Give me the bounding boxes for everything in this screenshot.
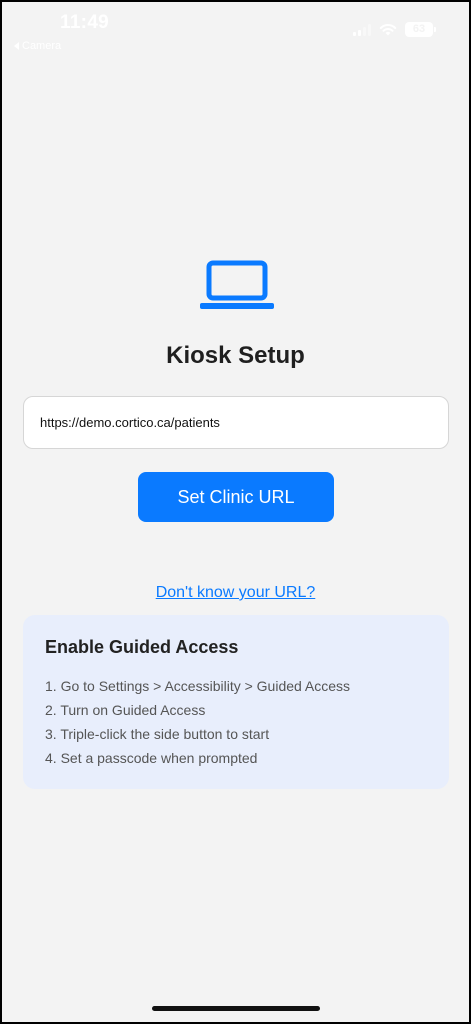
guided-access-step: 3. Triple-click the side button to start: [45, 726, 270, 742]
clinic-url-input[interactable]: [23, 396, 449, 449]
guided-access-step: 4. Set a passcode when prompted: [45, 750, 258, 766]
guided-access-step: 1. Go to Settings > Accessibility > Guid…: [45, 678, 351, 694]
guided-access-step: 2. Turn on Guided Access: [45, 702, 206, 718]
guided-access-title: Enable Guided Access: [45, 637, 239, 657]
kiosk-setup-screen: 11:49 Camera 63 Kiosk Setup Set Clinic U…: [2, 2, 469, 1022]
status-time: 11:49: [60, 12, 110, 33]
laptop-icon: [200, 260, 274, 309]
back-arrow-icon: [14, 42, 19, 50]
guided-access-panel: Enable Guided Access 1. Go to Settings >…: [23, 615, 449, 789]
home-indicator[interactable]: [152, 1006, 320, 1011]
status-indicators: 63: [353, 22, 436, 37]
cellular-signal-icon: [353, 23, 371, 36]
back-to-app-button[interactable]: Camera: [14, 40, 61, 52]
dont-know-url-link[interactable]: Don't know your URL?: [2, 584, 469, 602]
back-app-label: Camera: [22, 40, 62, 52]
set-clinic-url-button[interactable]: Set Clinic URL: [138, 472, 334, 522]
battery-icon: 63: [405, 22, 436, 37]
page-title: Kiosk Setup: [166, 342, 305, 369]
guided-access-steps: 1. Go to Settings > Accessibility > Guid…: [45, 674, 427, 770]
wifi-icon: [379, 24, 397, 36]
